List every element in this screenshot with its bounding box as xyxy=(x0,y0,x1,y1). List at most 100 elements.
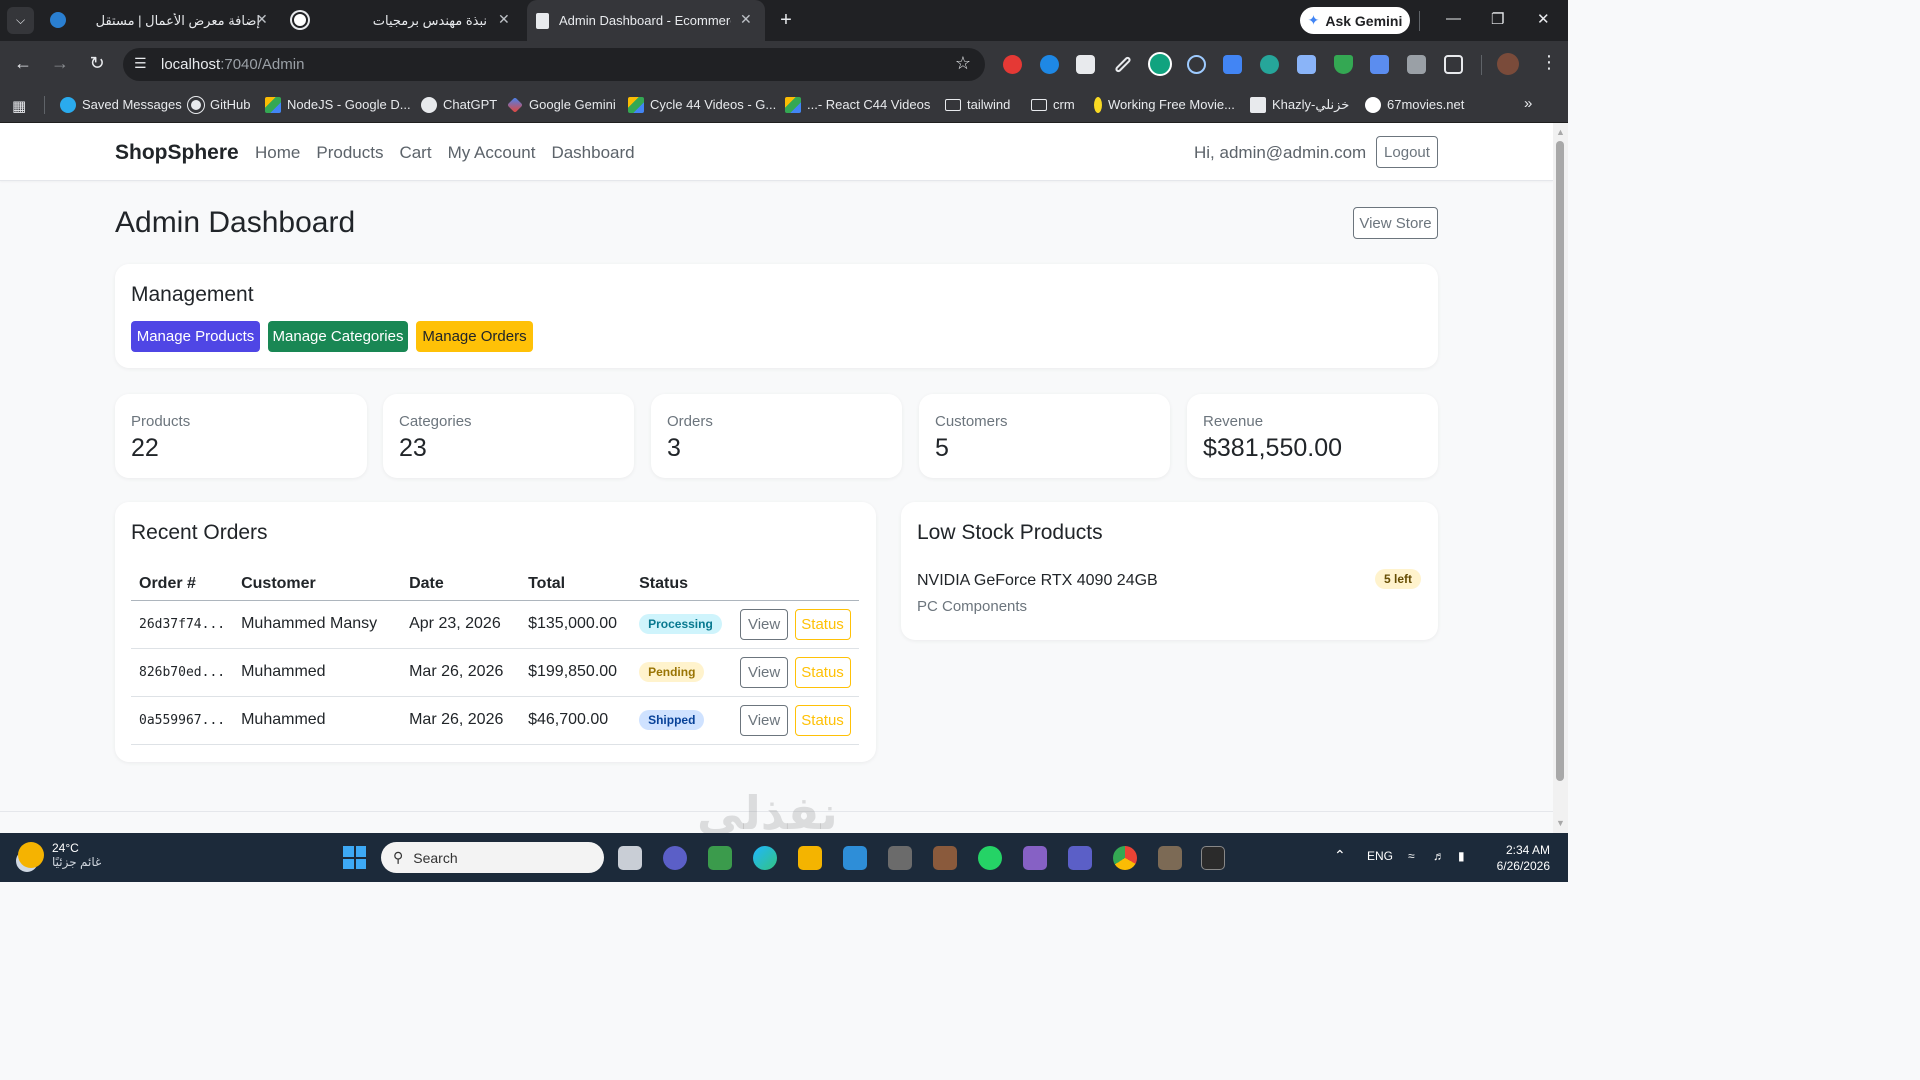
nav-cart[interactable]: Cart xyxy=(399,143,431,163)
table-row: 826b70ed... Muhammed Mar 26, 2026 $199,8… xyxy=(131,648,859,697)
meet-icon[interactable] xyxy=(663,846,687,870)
taskbar-search-box[interactable]: ⚲ Search xyxy=(381,842,604,873)
view-store-button[interactable]: View Store xyxy=(1353,207,1438,239)
gemini-icon xyxy=(507,96,523,113)
bookmark-folder-tailwind[interactable]: tailwind xyxy=(945,88,1010,121)
extension-fi-icon[interactable] xyxy=(1223,55,1242,74)
language-indicator[interactable]: ENG xyxy=(1367,849,1393,863)
extension-rec-icon[interactable] xyxy=(1260,55,1279,74)
bookmark-saved-messages[interactable]: Saved Messages xyxy=(60,88,182,121)
folder-icon xyxy=(945,98,961,111)
bookmark-cycle44-drive[interactable]: Cycle 44 Videos - G... xyxy=(628,88,776,121)
reload-icon[interactable]: ↻ xyxy=(85,53,109,74)
extension-t-icon[interactable] xyxy=(1076,55,1095,74)
extension-chatgpt-icon[interactable] xyxy=(1148,52,1172,76)
bookmark-folder-crm[interactable]: crm xyxy=(1031,88,1075,121)
extension-eyedropper-icon[interactable] xyxy=(1114,55,1132,74)
view-order-button[interactable]: View xyxy=(740,656,789,688)
weather-widget[interactable]: 24°C غائم جزئيًا xyxy=(18,841,101,869)
scroll-down-icon[interactable]: ▼ xyxy=(1556,818,1565,828)
widgets-icon[interactable] xyxy=(708,846,732,870)
restore-icon[interactable]: ❐ xyxy=(1491,10,1504,28)
file-explorer-icon[interactable] xyxy=(798,846,822,870)
extension-shield-icon[interactable] xyxy=(1334,55,1353,74)
scrollbar-thumb[interactable] xyxy=(1556,141,1564,781)
bookmark-star-icon[interactable]: ☆ xyxy=(955,53,971,74)
visual-studio-icon[interactable] xyxy=(1023,846,1047,870)
close-tab-icon[interactable]: ✕ xyxy=(256,11,268,28)
extension-shazam-icon[interactable] xyxy=(1040,55,1059,74)
extension-react-icon[interactable] xyxy=(1187,55,1206,74)
close-tab-icon[interactable]: ✕ xyxy=(740,11,752,28)
extension-grid-icon[interactable] xyxy=(1407,55,1426,74)
nav-dashboard[interactable]: Dashboard xyxy=(551,143,634,163)
nav-my-account[interactable]: My Account xyxy=(448,143,536,163)
low-stock-product-name[interactable]: NVIDIA GeForce RTX 4090 24GB xyxy=(917,572,1158,590)
terminal-icon[interactable] xyxy=(1201,846,1225,870)
folder-icon xyxy=(1031,98,1047,111)
more-bookmarks-icon[interactable]: » xyxy=(1524,95,1532,112)
bookmark-google-gemini[interactable]: Google Gemini xyxy=(507,88,616,121)
bookmark-chatgpt[interactable]: ChatGPT xyxy=(421,88,497,121)
bookmark-github[interactable]: GitHub xyxy=(188,88,250,121)
vscode-icon[interactable] xyxy=(843,846,867,870)
manage-orders-button[interactable]: Manage Orders xyxy=(416,321,533,352)
chatgpt-icon xyxy=(421,96,437,113)
bookmark-nodejs-drive[interactable]: NodeJS - Google D... xyxy=(265,88,411,121)
tab-mostaql[interactable]: إضافة معرض الأعمال | مستقل ✕ xyxy=(42,0,277,41)
edge-icon[interactable] xyxy=(753,846,777,870)
logout-button[interactable]: Logout xyxy=(1376,136,1438,168)
apps-grid-icon[interactable]: ▦ xyxy=(12,97,26,115)
game2-icon[interactable] xyxy=(1158,846,1182,870)
view-order-button[interactable]: View xyxy=(740,704,789,736)
task-view-icon[interactable] xyxy=(618,846,642,870)
bookmark-khazly[interactable]: Khazly-خزنلي xyxy=(1250,88,1349,121)
battery-icon[interactable]: ▮ xyxy=(1458,849,1465,863)
nav-home[interactable]: Home xyxy=(255,143,300,163)
change-status-button[interactable]: Status xyxy=(794,608,851,640)
extension-translate-icon[interactable] xyxy=(1370,55,1389,74)
nav-products[interactable]: Products xyxy=(316,143,383,163)
chrome-icon[interactable] xyxy=(1113,846,1137,870)
manage-products-button[interactable]: Manage Products xyxy=(131,321,260,352)
search-icon: ⚲ xyxy=(393,849,404,865)
teams-icon[interactable] xyxy=(1068,846,1092,870)
show-hidden-icons-icon[interactable]: ⌃ xyxy=(1334,847,1346,864)
volume-icon[interactable]: ♬ xyxy=(1433,849,1445,863)
bookmark-67movies[interactable]: 67movies.net xyxy=(1365,88,1464,121)
system-clock[interactable]: 2:34 AM 6/26/2026 xyxy=(1490,842,1550,874)
new-tab-icon[interactable]: + xyxy=(775,9,797,32)
address-bar[interactable]: ☰ localhost:7040/Admin ☆ xyxy=(123,48,985,81)
order-actions: View Status xyxy=(732,600,859,649)
order-total: $135,000.00 xyxy=(520,600,632,649)
forward-icon[interactable]: → xyxy=(48,53,72,74)
back-icon[interactable]: ← xyxy=(11,53,35,74)
extension-doc-icon[interactable] xyxy=(1297,55,1316,74)
change-status-button[interactable]: Status xyxy=(794,704,851,736)
manage-categories-button[interactable]: Manage Categories xyxy=(268,321,408,352)
extension-adblock-icon[interactable] xyxy=(1003,55,1022,74)
game-icon[interactable] xyxy=(933,846,957,870)
site-info-icon[interactable]: ☰ xyxy=(134,55,147,72)
menu-kebab-icon[interactable]: ⋮ xyxy=(1540,52,1558,73)
close-tab-icon[interactable]: ✕ xyxy=(498,11,510,28)
ask-gemini-button[interactable]: ✦ Ask Gemini xyxy=(1300,7,1410,34)
windows-start-icon[interactable] xyxy=(343,846,366,869)
brand-logo[interactable]: ShopSphere xyxy=(115,141,239,165)
page-scrollbar[interactable]: ▲ ▼ xyxy=(1553,123,1568,833)
gta-icon[interactable] xyxy=(888,846,912,870)
view-order-button[interactable]: View xyxy=(740,608,789,640)
bookmark-react-c44[interactable]: ...- React C44 Videos xyxy=(785,88,930,121)
profile-avatar-icon[interactable] xyxy=(1497,53,1519,75)
wifi-icon[interactable]: ≈ xyxy=(1408,849,1415,863)
extensions-puzzle-icon[interactable] xyxy=(1444,55,1463,74)
bookmark-working-free-movies[interactable]: Working Free Movie... xyxy=(1094,88,1235,121)
tab-search-dropdown-icon[interactable]: ⌵ xyxy=(7,7,34,34)
scroll-up-icon[interactable]: ▲ xyxy=(1556,127,1565,137)
tab-admin-dashboard[interactable]: Admin Dashboard - Ecommerce ✕ xyxy=(527,0,765,41)
minimize-icon[interactable]: — xyxy=(1446,10,1461,27)
change-status-button[interactable]: Status xyxy=(794,656,851,688)
whatsapp-icon[interactable] xyxy=(978,846,1002,870)
tab-chatgpt[interactable]: نبذة مهندس برمجيات ✕ xyxy=(282,0,522,41)
close-window-icon[interactable]: ✕ xyxy=(1537,10,1550,28)
